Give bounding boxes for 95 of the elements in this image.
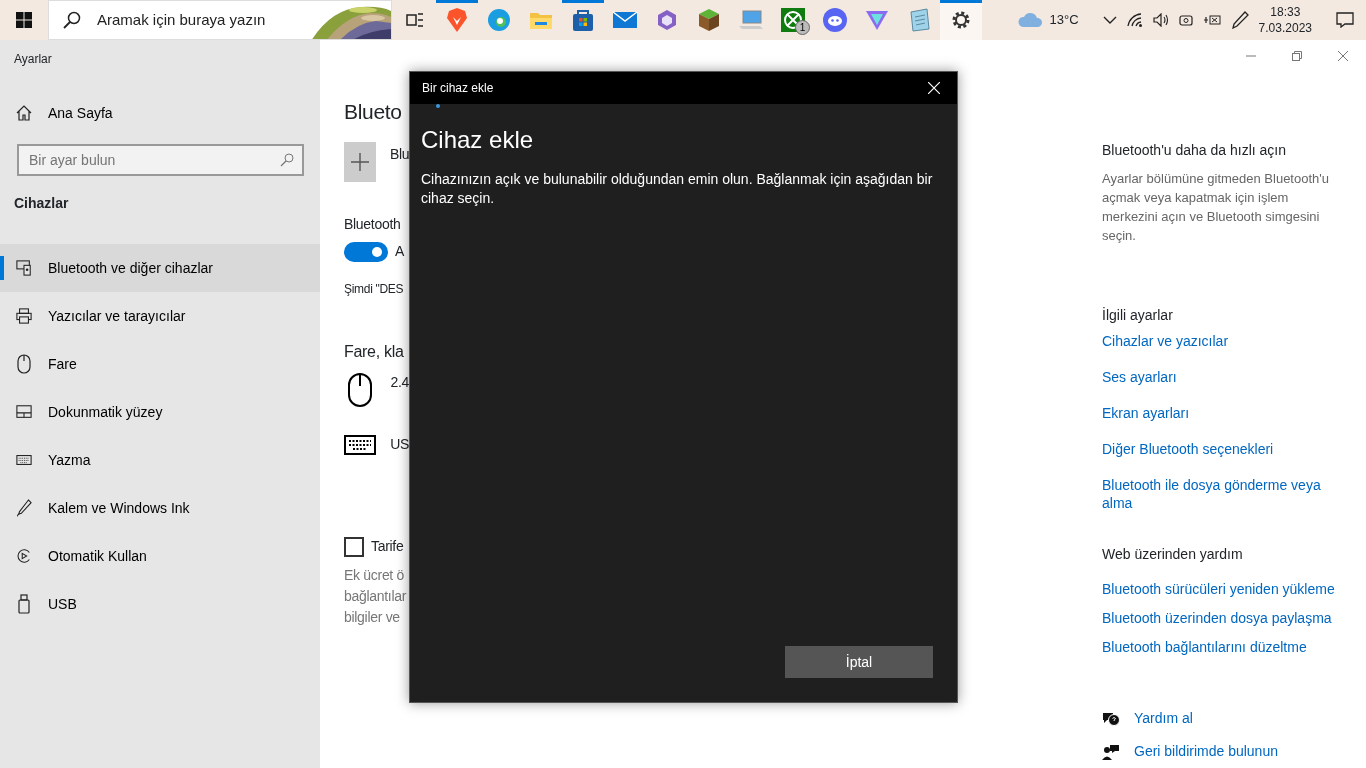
home-icon [16,105,32,121]
folder-icon [529,10,553,30]
notification-count: 1 [795,20,810,35]
section-heading: İlgili ayarlar [1102,306,1174,325]
search-box[interactable]: Bir ayar bulun [17,144,304,176]
windows-logo-icon [16,12,32,28]
settings-link[interactable]: Diğer Bluetooth seçenekleri [1102,440,1366,458]
shopping-bag-icon [572,8,594,32]
sidebar-item[interactable]: Kalem ve Windows Ink [0,484,320,532]
chat-question-icon [1102,710,1120,727]
settings-link[interactable]: Ekran ayarları [1102,404,1366,422]
help-link[interactable]: Geri bildirimde bulunun [1134,741,1278,762]
mouse-icon [347,372,374,408]
device-name: 2.4 [390,373,409,392]
add-device-label: Blu [390,145,409,164]
plug-battery-icon [1202,13,1221,27]
note-text: Ek ücret ö [344,566,406,585]
envelope-icon [612,10,638,30]
help-link[interactable]: Yardım al [1134,708,1193,729]
xbox-icon [781,8,805,32]
toggle-label: A [395,242,405,261]
setting-label: Bluetooth [344,215,402,234]
add-device-button[interactable] [344,142,376,182]
wifi-icon [1126,13,1143,27]
sidebar-item[interactable]: Yazıcılar ve tarayıcılar [0,292,320,340]
search-icon [280,153,294,167]
note-text: bilgiler ve [344,608,401,627]
taskbar-button[interactable]: 1 [772,0,814,40]
sidebar-item[interactable]: USB [0,580,320,628]
status-text: Şimdi "DES [344,281,405,298]
plus-icon [350,152,370,172]
progress-dot [436,104,440,108]
toggle-switch[interactable] [344,241,388,262]
dialog-title: Bir cihaz ekle [422,80,494,97]
checkbox-label: Tarife [371,537,404,556]
settings-link[interactable]: Cihazlar ve yazıcılar [1102,332,1366,350]
sidebar-item[interactable]: Fare [0,340,320,388]
settings-icon [950,9,972,31]
section-heading: Cihazlar [13,194,70,213]
window-title: Ayarlar [13,51,53,68]
chat-bubble-icon [823,8,847,32]
section-heading: Fare, kla [344,342,405,362]
help-link[interactable]: Bluetooth sürücüleri yeniden yükleme [1102,579,1366,600]
help-text: Ayarlar bölümüne gitmeden Bluetooth'u açmak veya kapatmak için işlem merkezini açın ve Bluetooth simgesini seçin. [1102,170,1330,245]
search-field[interactable]: Bir ayar bulun [27,148,280,172]
camera-icon [1178,12,1193,28]
printer-icon [16,307,32,325]
laptop-icon [738,9,764,31]
keyboard-icon [344,434,377,456]
dialog-text: Cihazınızın açık ve bulunabilir olduğundan emin olun. Bağlanmak için aşağıdan bir cihaz seçin. [421,170,934,208]
notifications-button[interactable] [1336,12,1354,28]
close-icon [928,82,940,94]
note-text: bağlantılar [344,587,408,606]
speaker-icon [1152,13,1169,27]
clock[interactable]: 18:33 7.03.2023 [1258,4,1312,36]
pen-icon [1230,11,1249,29]
keyboard-phone-icon [16,259,32,277]
help-link[interactable]: Bluetooth bağlantılarını düzeltme [1102,637,1366,658]
person-comment-icon [1102,743,1120,760]
mouse-icon [17,354,31,374]
settings-link[interactable]: Ses ayarları [1102,368,1366,386]
section-heading: Bluetooth'u daha da hızlı açın [1102,141,1288,160]
sidebar-item[interactable]: Bluetooth ve diğer cihazlar [0,244,320,292]
shield-icon [446,8,468,32]
minimize-icon [1246,55,1256,57]
section-heading: Web üzerinden yardım [1102,545,1244,564]
autoplay-icon [16,547,32,565]
page-heading: Blueto [344,99,403,125]
sidebar-item[interactable]: Yazma [0,436,320,484]
hexagon-icon [656,9,678,31]
cancel-button[interactable]: İptal [785,646,933,678]
search-icon [63,11,81,29]
restore-icon [1292,51,1302,61]
search-field[interactable]: Aramak için buraya yazın [95,7,315,33]
taskbar-button[interactable] [940,0,982,40]
speech-bubble-icon [1336,12,1354,28]
touchpad-icon [16,404,32,420]
home-link[interactable]: Ana Sayfa [0,89,320,137]
temperature: 13°C [1049,11,1079,30]
usb-drive-icon [18,594,30,614]
sidebar-item[interactable]: Otomatik Kullan [0,532,320,580]
checkbox[interactable] [344,536,364,557]
pen-icon [16,498,32,518]
sidebar-item[interactable]: Dokunmatik yüzey [0,388,320,436]
keyboard-icon [16,454,32,466]
dialog-heading: Cihaz ekle [421,125,535,155]
help-link[interactable]: Bluetooth üzerinden dosya paylaşma [1102,608,1366,629]
triangle-icon [865,9,889,31]
settings-link[interactable]: Bluetooth ile dosya gönderme veya alma [1102,476,1366,512]
close-icon [1338,51,1348,61]
cube-icon [698,8,720,32]
notepad-icon [908,8,930,32]
cloud-icon [1016,12,1043,28]
device-name: US [390,435,409,454]
task-view-icon [406,12,424,28]
